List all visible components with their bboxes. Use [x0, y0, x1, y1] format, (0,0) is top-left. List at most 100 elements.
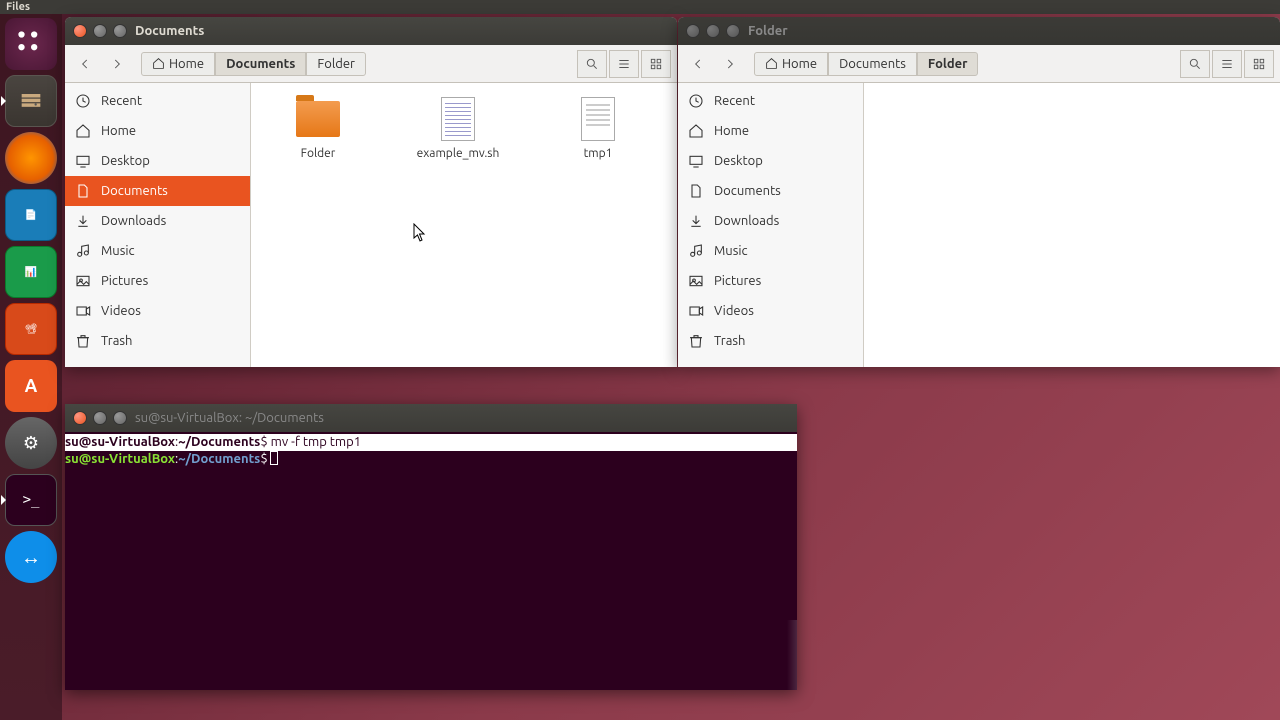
sidebar-item-label: Recent	[101, 94, 142, 108]
sidebar-item-home[interactable]: Home	[65, 116, 250, 146]
script-icon	[441, 97, 475, 141]
breadcrumb-folder[interactable]: Folder	[306, 52, 366, 76]
content-area[interactable]: Folder example_mv.sh tmp1	[251, 83, 677, 367]
terminal-cursor	[270, 451, 278, 465]
sidebar-item-pictures[interactable]: Pictures	[65, 266, 250, 296]
sidebar-item-label: Recent	[714, 94, 755, 108]
folder-icon	[296, 101, 340, 137]
search-button[interactable]	[1180, 50, 1210, 78]
menubar[interactable]: Files	[0, 0, 1280, 14]
grid-view-button[interactable]	[641, 50, 671, 78]
file-item-example_mv-sh[interactable]: example_mv.sh	[403, 95, 513, 160]
terminal-title: su@su-VirtualBox: ~/Documents	[135, 411, 324, 425]
close-button[interactable]	[73, 24, 87, 38]
minimize-button[interactable]	[93, 24, 107, 38]
breadcrumb-documents[interactable]: Documents	[828, 52, 917, 76]
sidebar-item-home[interactable]: Home	[678, 116, 863, 146]
toolbar: HomeDocumentsFolder	[65, 45, 677, 83]
sidebar-item-label: Trash	[101, 334, 132, 348]
sidebar-item-music[interactable]: Music	[65, 236, 250, 266]
minimize-button[interactable]	[706, 24, 720, 38]
files-launcher-icon[interactable]	[5, 75, 57, 127]
sidebar-item-label: Home	[714, 124, 749, 138]
sidebar: Recent Home Desktop Documents Downloads Music…	[65, 83, 251, 367]
breadcrumb-folder[interactable]: Folder	[917, 52, 979, 76]
sidebar-item-label: Desktop	[714, 154, 763, 168]
sidebar-item-label: Documents	[101, 184, 168, 198]
firefox-launcher-icon[interactable]	[5, 132, 57, 184]
breadcrumb: HomeDocumentsFolder	[754, 52, 978, 76]
sidebar-item-trash[interactable]: Trash	[678, 326, 863, 356]
list-view-button[interactable]	[609, 50, 639, 78]
minimize-button[interactable]	[93, 411, 107, 425]
sidebar-item-documents[interactable]: Documents	[678, 176, 863, 206]
file-label: Folder	[301, 147, 336, 160]
maximize-button[interactable]	[113, 411, 127, 425]
window-title: Documents	[135, 24, 204, 38]
file-item-folder[interactable]: Folder	[263, 95, 373, 160]
grid-view-button[interactable]	[1244, 50, 1274, 78]
sidebar-item-pictures[interactable]: Pictures	[678, 266, 863, 296]
sidebar-item-label: Downloads	[101, 214, 166, 228]
back-button[interactable]	[684, 50, 712, 78]
titlebar[interactable]: Documents	[65, 17, 677, 45]
content-area[interactable]	[864, 83, 1280, 367]
writer-launcher-icon[interactable]: 📄	[5, 189, 57, 241]
breadcrumb-home[interactable]: Home	[141, 52, 215, 76]
sidebar-item-downloads[interactable]: Downloads	[65, 206, 250, 236]
sidebar-item-label: Videos	[714, 304, 754, 318]
impress-launcher-icon[interactable]: 📽	[5, 303, 57, 355]
list-view-button[interactable]	[1212, 50, 1242, 78]
sidebar-item-label: Desktop	[101, 154, 150, 168]
titlebar[interactable]: su@su-VirtualBox: ~/Documents	[65, 404, 797, 432]
sidebar-item-label: Music	[714, 244, 748, 258]
resize-grip[interactable]	[787, 620, 797, 690]
terminal-body[interactable]: su@su-VirtualBox:~/Documents$ mv -f tmp …	[65, 432, 797, 470]
menubar-files[interactable]: Files	[6, 1, 30, 13]
sidebar-item-videos[interactable]: Videos	[65, 296, 250, 326]
breadcrumb-documents[interactable]: Documents	[215, 52, 306, 76]
sidebar: Recent Home Desktop Documents Downloads Music…	[678, 83, 864, 367]
file-icon	[581, 97, 615, 141]
sidebar-item-desktop[interactable]: Desktop	[678, 146, 863, 176]
back-button[interactable]	[71, 50, 99, 78]
close-button[interactable]	[73, 411, 87, 425]
file-label: tmp1	[584, 147, 613, 160]
sidebar-item-videos[interactable]: Videos	[678, 296, 863, 326]
software-launcher-icon[interactable]: A	[5, 360, 57, 412]
toolbar: HomeDocumentsFolder	[678, 45, 1280, 83]
sidebar-item-label: Music	[101, 244, 135, 258]
forward-button[interactable]	[716, 50, 744, 78]
unity-launcher: 📄 📊 📽 A ⚙ >_ ↔	[0, 14, 62, 720]
forward-button[interactable]	[103, 50, 131, 78]
breadcrumb-home[interactable]: Home	[754, 52, 828, 76]
sidebar-item-downloads[interactable]: Downloads	[678, 206, 863, 236]
terminal-window: su@su-VirtualBox: ~/Documents su@su-Virt…	[65, 404, 797, 690]
sidebar-item-documents[interactable]: Documents	[65, 176, 250, 206]
sidebar-item-label: Videos	[101, 304, 141, 318]
sidebar-item-trash[interactable]: Trash	[65, 326, 250, 356]
file-item-tmp1[interactable]: tmp1	[543, 95, 653, 160]
sidebar-item-label: Downloads	[714, 214, 779, 228]
sidebar-item-label: Trash	[714, 334, 745, 348]
maximize-button[interactable]	[726, 24, 740, 38]
sidebar-item-label: Pictures	[101, 274, 148, 288]
calc-launcher-icon[interactable]: 📊	[5, 246, 57, 298]
settings-launcher-icon[interactable]: ⚙	[5, 417, 57, 469]
dash-icon[interactable]	[5, 18, 57, 70]
file-manager-window-documents: Documents HomeDocumentsFolder RecentHome…	[65, 17, 677, 367]
titlebar[interactable]: Folder	[678, 17, 1280, 45]
sidebar-item-recent[interactable]: Recent	[65, 86, 250, 116]
terminal-launcher-icon[interactable]: >_	[5, 474, 57, 526]
terminal-line: su@su-VirtualBox:~/Documents$ mv -f tmp …	[65, 434, 797, 451]
teamviewer-launcher-icon[interactable]: ↔	[5, 531, 57, 583]
sidebar-item-recent[interactable]: Recent	[678, 86, 863, 116]
search-button[interactable]	[577, 50, 607, 78]
file-manager-window-folder: Folder HomeDocumentsFolder RecentHomeDes…	[678, 17, 1280, 367]
close-button[interactable]	[686, 24, 700, 38]
maximize-button[interactable]	[113, 24, 127, 38]
sidebar-item-desktop[interactable]: Desktop	[65, 146, 250, 176]
sidebar-item-music[interactable]: Music	[678, 236, 863, 266]
window-title: Folder	[748, 24, 788, 38]
sidebar-item-label: Home	[101, 124, 136, 138]
